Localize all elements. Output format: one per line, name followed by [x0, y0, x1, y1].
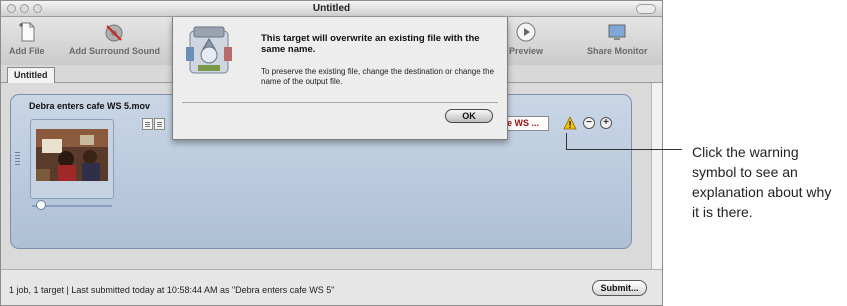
window-title: Untitled: [312, 3, 351, 14]
compressor-app-icon: [186, 26, 232, 74]
toolbar-toggle-button[interactable]: [636, 4, 656, 14]
destination-list-icon[interactable]: [154, 118, 165, 130]
title-bar: Untitled: [1, 1, 662, 17]
share-monitor-label: Share Monitor: [587, 46, 648, 56]
status-text: 1 job, 1 target | Last submitted today a…: [9, 285, 335, 295]
drag-handle[interactable]: [15, 152, 20, 166]
preview-label: Preview: [509, 46, 544, 56]
settings-list-icon[interactable]: [142, 118, 153, 130]
add-surround-sound-label: Add Surround Sound: [69, 46, 160, 56]
remove-target-button[interactable]: −: [583, 117, 595, 129]
callout-leader-vertical: [566, 133, 567, 149]
vertical-scrollbar[interactable]: [651, 83, 662, 269]
thumbnail-scrubber-knob[interactable]: [36, 200, 46, 210]
clip-thumbnail: [30, 119, 114, 199]
dialog-divider: [182, 102, 498, 103]
overwrite-warning-sheet: This target will overwrite an existing f…: [172, 17, 508, 140]
surround-sound-icon: [105, 24, 123, 42]
callout-text: Click the warning symbol to see an expla…: [692, 144, 832, 220]
preview-button[interactable]: Preview: [509, 21, 543, 56]
callout-leader-horizontal: [566, 149, 682, 150]
add-file-icon: [18, 22, 35, 42]
add-file-button[interactable]: Add File: [9, 21, 45, 56]
dialog-heading: This target will overwrite an existing f…: [261, 33, 480, 55]
add-target-button[interactable]: +: [600, 117, 612, 129]
dialog-message: To preserve the existing file, change th…: [261, 67, 495, 86]
submit-button[interactable]: Submit...: [592, 280, 647, 296]
batch-window: Untitled Add File Add Surround Sound Pre…: [0, 0, 663, 306]
status-bar: 1 job, 1 target | Last submitted today a…: [1, 269, 662, 305]
ok-button[interactable]: OK: [445, 109, 493, 123]
tab-untitled[interactable]: Untitled: [7, 67, 55, 84]
thumbnail-image: [36, 129, 108, 181]
preview-play-icon: [516, 22, 536, 42]
add-file-label: Add File: [9, 46, 45, 56]
job-source-name: Debra enters cafe WS 5.mov: [29, 101, 151, 111]
monitor-icon: [608, 24, 626, 40]
share-monitor-button[interactable]: Share Monitor: [587, 21, 648, 56]
warning-icon[interactable]: [563, 116, 577, 130]
add-surround-sound-button[interactable]: Add Surround Sound: [69, 21, 160, 56]
